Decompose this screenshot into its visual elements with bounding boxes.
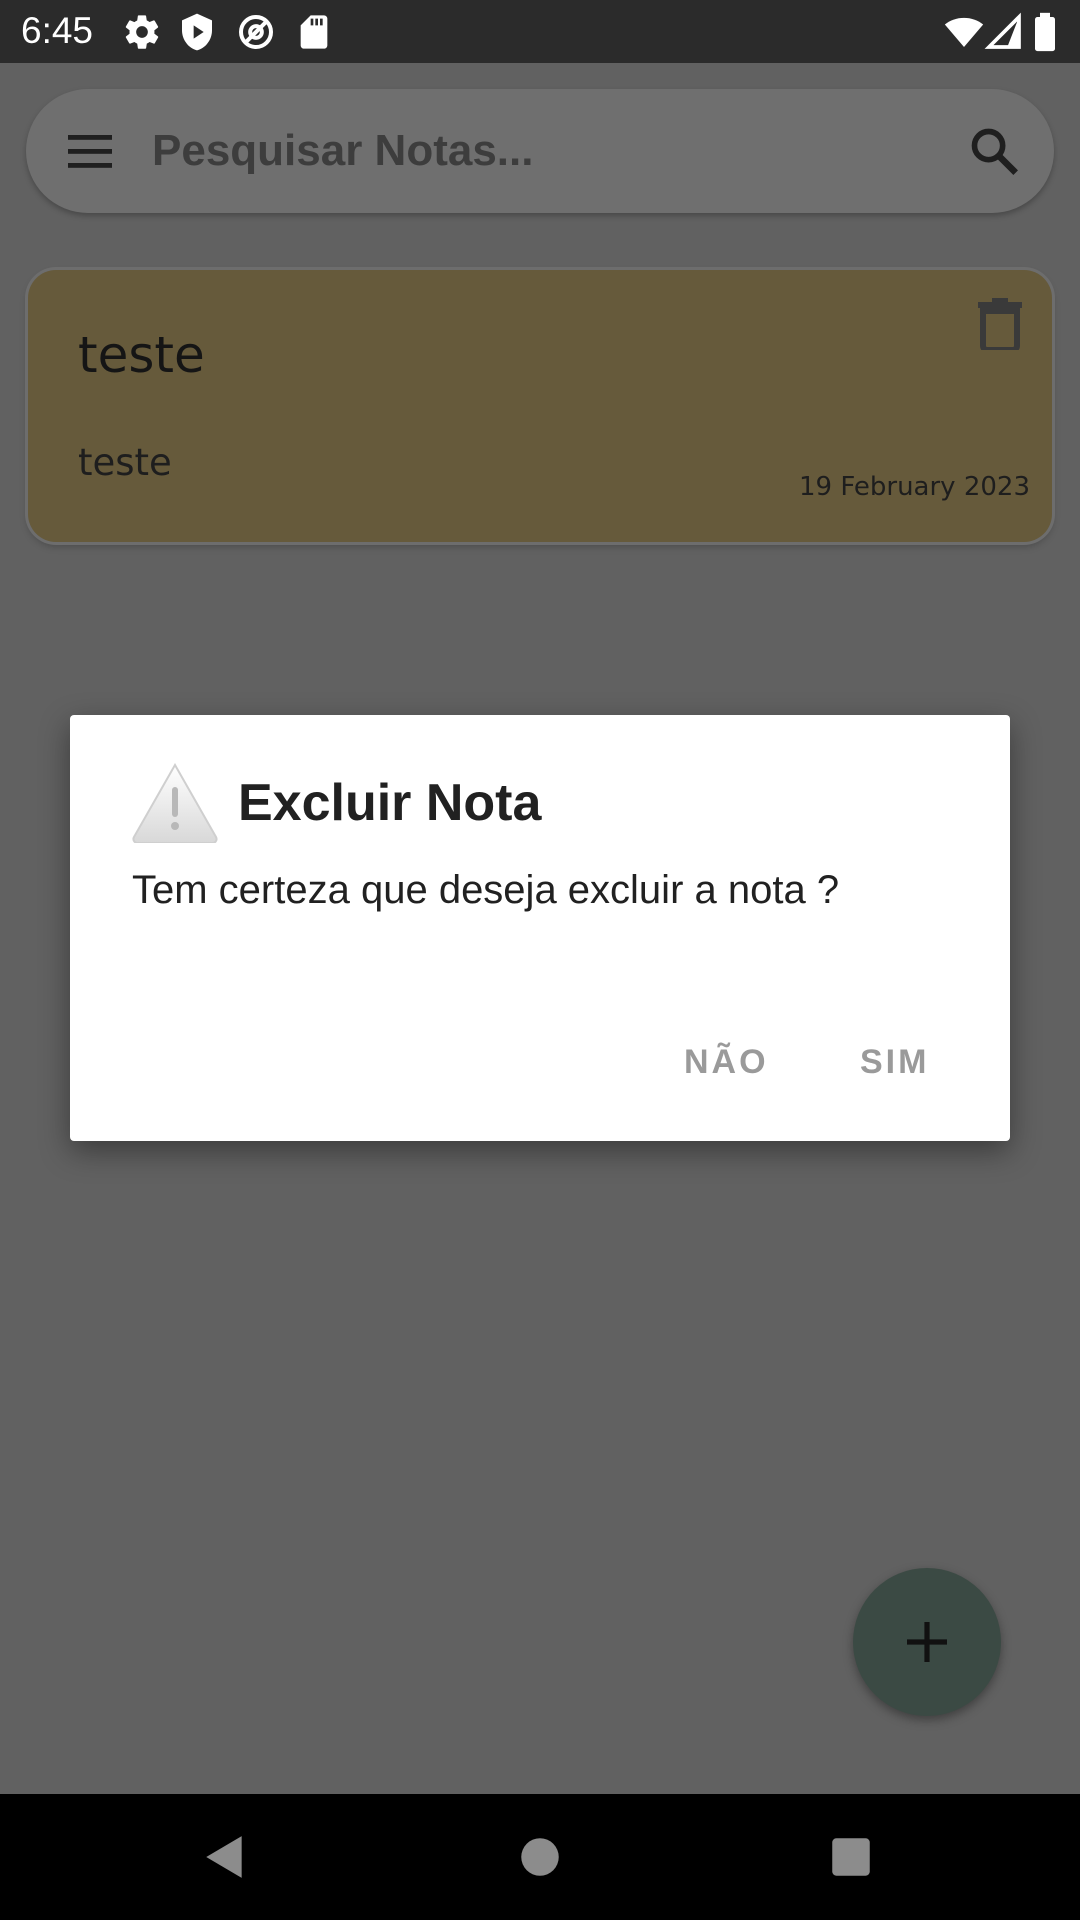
plus-icon bbox=[907, 1622, 947, 1662]
dialog-title: Excluir Nota bbox=[238, 774, 542, 832]
gear-icon bbox=[122, 12, 162, 52]
wifi-icon bbox=[944, 12, 984, 52]
search-input[interactable]: Pesquisar Notas... bbox=[152, 123, 533, 179]
at-sync-icon bbox=[236, 12, 276, 52]
confirm-button[interactable]: SIM bbox=[852, 1030, 937, 1094]
note-card[interactable]: teste teste 19 February 2023 bbox=[28, 270, 1052, 542]
status-time: 6:45 bbox=[21, 10, 94, 51]
note-title: teste bbox=[78, 326, 205, 384]
status-bar: 6:45 bbox=[0, 0, 1080, 63]
note-date: 19 February 2023 bbox=[799, 472, 1030, 502]
battery-icon bbox=[1030, 12, 1060, 52]
delete-note-dialog: Excluir Nota Tem certeza que deseja excl… bbox=[70, 715, 1010, 1141]
recents-square-icon[interactable] bbox=[826, 1832, 876, 1882]
sd-card-icon bbox=[294, 12, 334, 52]
cell-signal-icon bbox=[984, 12, 1024, 52]
system-nav-bar bbox=[0, 1794, 1080, 1920]
note-body: teste bbox=[78, 441, 172, 484]
search-bar[interactable]: Pesquisar Notas... bbox=[26, 89, 1054, 213]
home-circle-icon[interactable] bbox=[515, 1832, 565, 1882]
add-note-button[interactable] bbox=[853, 1568, 1001, 1716]
magnifier-icon[interactable] bbox=[968, 125, 1020, 177]
hamburger-menu-icon[interactable] bbox=[66, 129, 114, 173]
warning-icon bbox=[132, 763, 218, 843]
trash-icon[interactable] bbox=[978, 298, 1022, 350]
cancel-button[interactable]: NÃO bbox=[676, 1030, 777, 1094]
back-triangle-icon[interactable] bbox=[200, 1832, 250, 1882]
dialog-message: Tem certeza que deseja excluir a nota ? bbox=[132, 868, 840, 912]
shield-play-icon bbox=[177, 12, 217, 52]
